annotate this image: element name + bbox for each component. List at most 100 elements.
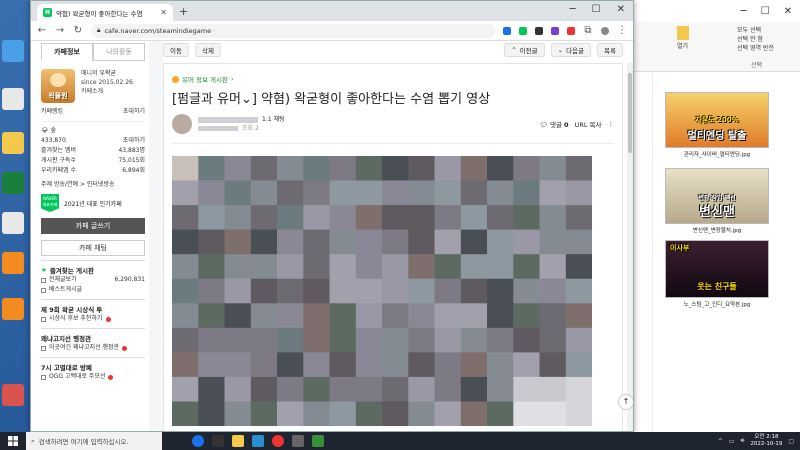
tab-close-icon[interactable]: ✕ (160, 8, 167, 17)
invert-selection-item[interactable]: 선택 영역 반전 (737, 44, 774, 53)
mosaic-video-thumbnail[interactable] (172, 156, 592, 426)
cafe-grade-link[interactable]: 카페랭킹 (41, 107, 63, 117)
mosaic-cell (303, 401, 331, 426)
desktop-icon-1[interactable] (2, 40, 24, 62)
manager-name[interactable]: 우왁굳 (99, 70, 116, 77)
file-thumb-3[interactable]: 이사부 웃는 친구들 노_스팀_고_인디_요약본.jpg (665, 240, 769, 308)
menu-item-award-nominate[interactable]: 시상식 후보 추천하기 (41, 314, 145, 324)
tray-up-icon[interactable]: ^ (718, 438, 723, 445)
notification-icon[interactable]: ▢ (788, 438, 794, 445)
select-all-item[interactable]: 모두 선택 (737, 26, 774, 35)
folder-icon (677, 26, 689, 40)
more-options-icon[interactable]: ⋮ (608, 120, 615, 128)
delete-button[interactable]: 삭제 (194, 43, 221, 57)
menu-item-all-posts[interactable]: 전체글보기 6,290,831 (41, 275, 145, 285)
edge-icon[interactable] (192, 435, 204, 447)
browser-close-icon[interactable]: ✕ (617, 4, 625, 15)
content-gutter (149, 41, 163, 431)
ribbon-open-group[interactable]: 열기 (677, 26, 689, 51)
url-input[interactable]: 🔒︎ cafe.naver.com/steamindiegame (91, 23, 495, 38)
start-button[interactable] (0, 432, 26, 450)
chrome-icon[interactable] (272, 435, 284, 447)
cafe-avatar[interactable]: 왁물원 (41, 69, 75, 103)
select-none-item[interactable]: 선택 안 함 (737, 35, 774, 44)
extensions-puzzle-icon[interactable]: ⧉ (583, 25, 593, 36)
chevron-right-icon: › (231, 75, 234, 83)
desktop-icon-8[interactable] (2, 384, 24, 406)
taskbar-search[interactable]: ⌕ 검색하려면 여기에 입력하십시오. (26, 432, 162, 450)
app-icon-blue[interactable] (252, 435, 264, 447)
network-icon[interactable]: ▭ (729, 438, 735, 445)
author-name-blurred[interactable] (198, 116, 258, 123)
mosaic-cell (355, 303, 383, 329)
explorer-content: 자유도 200% 멀티엔딩 탈출 관리자_사이버_멀티엔딩.jpg 변장 잠입 … (633, 72, 800, 432)
desktop-icon-5[interactable] (2, 212, 24, 234)
desktop-icon-4[interactable] (2, 172, 24, 194)
move-button[interactable]: 이동 (163, 43, 189, 57)
list-button[interactable]: 목록 (597, 43, 623, 57)
extension-icon-1[interactable] (503, 26, 511, 35)
prev-post-button[interactable]: ⌃ 이전글 (504, 43, 545, 57)
menu-item-admin-office[interactable]: 이곳여긴 왜냐고지선 행정관 (41, 343, 145, 353)
extension-icon-5[interactable] (567, 26, 575, 35)
mosaic-cell (224, 254, 252, 280)
member-count-row: 433,870 초대하기 (41, 136, 145, 146)
clock[interactable]: 오전 2:18 2022-10-19 (750, 434, 782, 448)
back-icon[interactable]: ← (37, 25, 47, 36)
invite-count-link[interactable]: 초대하기 (123, 136, 145, 146)
extension-icon-4[interactable] (551, 26, 559, 35)
mosaic-cell (198, 303, 226, 329)
forward-icon[interactable]: → (55, 25, 65, 36)
mosaic-cell (250, 327, 278, 353)
maximize-icon[interactable]: ☐ (761, 6, 770, 17)
task-view-icon[interactable] (212, 435, 224, 447)
next-post-button[interactable]: ⌄ 다음글 (550, 43, 592, 57)
board-link[interactable]: 유머 정보 게시판 › (172, 74, 614, 84)
mosaic-cell (460, 376, 488, 402)
menu-item-farewell[interactable]: OGG 고백대로 주모선 (41, 372, 145, 382)
fav-board-head[interactable]: ★ 즐겨찾는 게시판 (41, 260, 145, 275)
cafe-write-button[interactable]: 카페 글쓰기 (41, 218, 145, 234)
volume-icon[interactable]: 🔊︎ (741, 437, 745, 445)
page-scrollbar[interactable] (627, 63, 633, 431)
chat-link[interactable]: 1:1 채팅 (262, 116, 285, 123)
app-icon-gray[interactable] (292, 435, 304, 447)
profile-avatar-icon[interactable] (601, 26, 609, 35)
minimize-icon[interactable]: ─ (741, 6, 747, 17)
extension-icon-3[interactable] (535, 26, 543, 35)
desktop-icon-3[interactable] (2, 132, 24, 154)
close-icon[interactable]: ✕ (784, 6, 792, 17)
browser-minimize-icon[interactable]: ─ (570, 4, 576, 15)
new-tab-icon[interactable]: + (179, 5, 188, 18)
cafe-intro-link[interactable]: 카페소개 (81, 87, 135, 96)
tab-cafe-info[interactable]: 카페정보 (41, 43, 93, 61)
url-copy-button[interactable]: URL 복사 (575, 119, 602, 129)
cafe-topic[interactable]: 주제 방송/연예 > 인터넷방송 (41, 180, 115, 190)
browser-maximize-icon[interactable]: ☐ (592, 4, 601, 15)
extension-icon-2[interactable] (519, 26, 527, 35)
desktop-icon-7[interactable] (2, 298, 24, 320)
explorer-titlebar: ─ ☐ ✕ (633, 0, 800, 22)
cafe-chat-button[interactable]: 카페 채팅 (41, 240, 145, 256)
reload-icon[interactable]: ↻ (73, 25, 83, 36)
browser-menu-icon[interactable]: ⋮ (617, 25, 627, 36)
scroll-top-button[interactable]: ↑ (618, 394, 633, 410)
author-avatar[interactable] (172, 114, 192, 134)
scrollbar-thumb[interactable] (628, 73, 632, 153)
board-icon (41, 374, 46, 380)
browser-tab[interactable]: N 약혐) 왁굳형이 좋아한다는 수염 ✕ (37, 4, 173, 21)
tab-my-activity[interactable]: 나의활동 (93, 43, 145, 61)
mosaic-cell (172, 254, 199, 280)
desktop-icon-2[interactable] (2, 88, 24, 110)
file-explorer-icon[interactable] (232, 435, 244, 447)
menu-item-best-posts[interactable]: 베스트게시글 (41, 285, 145, 295)
file-thumb-2[interactable]: 변장 잠입 액션 변신맨 변신맨_변장물처.jpg (665, 168, 769, 234)
desktop-icon-6[interactable] (2, 252, 24, 274)
file-thumb-1[interactable]: 자유도 200% 멀티엔딩 탈출 관리자_사이버_멀티엔딩.jpg (665, 92, 769, 158)
invite-link[interactable]: 초대하기 (123, 107, 145, 117)
mosaic-cell (277, 401, 304, 426)
mosaic-cell (303, 180, 331, 206)
comment-link[interactable]: 💬︎ 댓글 0 (540, 119, 569, 129)
app-icon-green[interactable] (312, 435, 324, 447)
member-count[interactable]: 433,870 (41, 136, 66, 146)
